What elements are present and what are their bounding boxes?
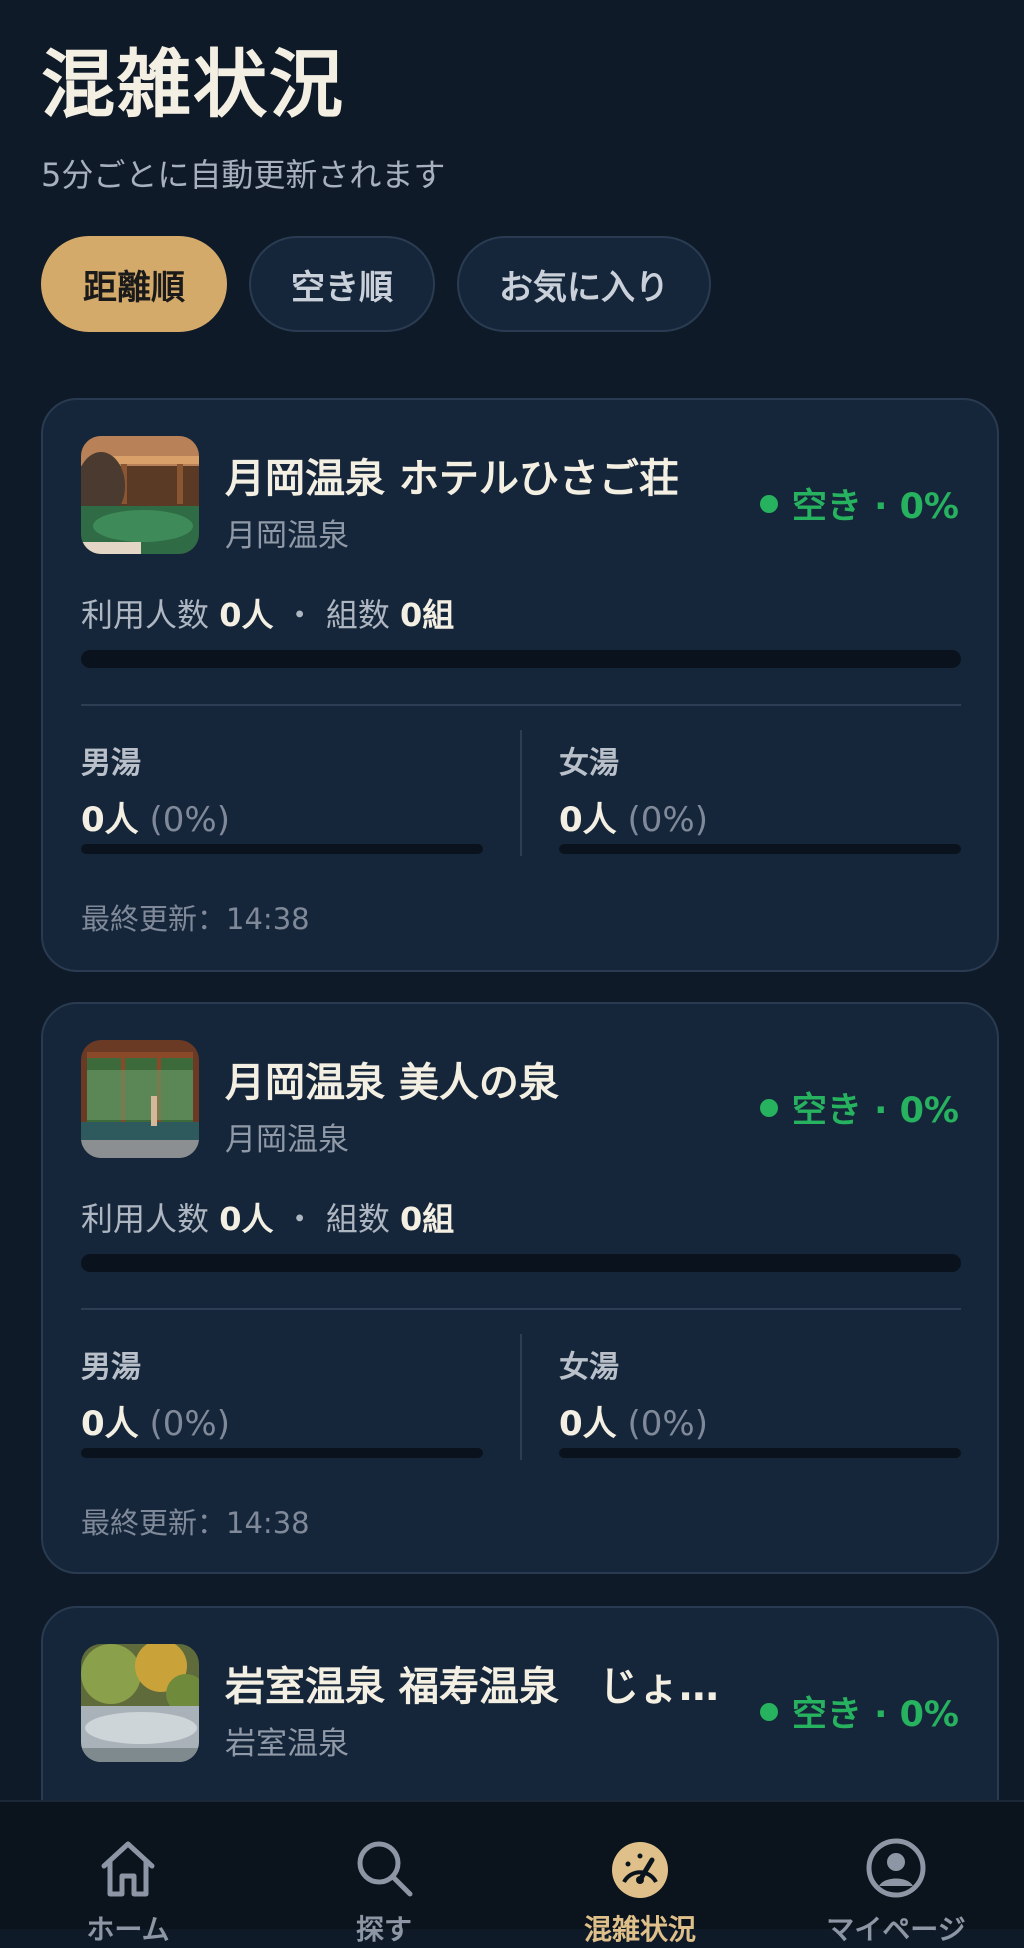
groups-value: 0組 <box>400 596 455 634</box>
female-bath-label: 女湯 <box>559 1350 619 1385</box>
page-subtitle: 5分ごとに自動更新されます <box>41 156 446 194</box>
female-percent-value: (0%) <box>627 800 708 840</box>
male-percent-value: (0%) <box>149 1404 230 1444</box>
garden-bath-photo-icon <box>81 1644 199 1762</box>
facility-thumbnail <box>81 436 199 554</box>
divider <box>81 704 961 706</box>
gauge-icon <box>612 1842 668 1898</box>
user-icon <box>866 1838 926 1898</box>
status-dot-icon <box>759 1702 778 1721</box>
groups-label: 組数 <box>325 1200 390 1238</box>
facility-card[interactable]: 月岡温泉 美人の泉 月岡温泉 空き · 0% 利用人数 0人 ・ 組数 0組 男… <box>41 1002 999 1574</box>
male-bath-bar <box>81 1448 483 1458</box>
indoor-bath-photo-icon <box>81 1040 199 1158</box>
tab-home-label: ホーム <box>86 1913 170 1946</box>
last-updated: 最終更新：14:38 <box>81 1500 310 1542</box>
male-bath-label: 男湯 <box>81 746 141 781</box>
tab-home[interactable]: ホーム <box>0 1802 256 1946</box>
female-bath-bar <box>559 844 961 854</box>
updated-time: 14:38 <box>226 1506 310 1540</box>
male-percent-value: (0%) <box>149 800 230 840</box>
male-count-value: 0人 <box>81 1404 139 1444</box>
male-bath-count: 0人 (0%) <box>81 1396 230 1445</box>
female-count-value: 0人 <box>559 1404 617 1444</box>
occupancy-bar <box>81 1254 961 1272</box>
facility-area: 月岡温泉 <box>225 518 349 554</box>
usage-separator: ・ <box>283 1200 316 1238</box>
usage-users-value: 0人 <box>219 596 274 634</box>
usage-summary: 利用人数 0人 ・ 組数 0組 <box>81 1194 454 1240</box>
occupancy-bar <box>81 650 961 668</box>
female-bath-count: 0人 (0%) <box>559 792 708 841</box>
updated-time: 14:38 <box>226 902 310 936</box>
status-text: 空き · 0% <box>791 1091 959 1131</box>
status-badge: 空き · 0% <box>759 1686 959 1737</box>
usage-separator: ・ <box>283 596 316 634</box>
tab-mypage-label: マイページ <box>826 1913 966 1946</box>
facility-area: 岩室温泉 <box>225 1726 349 1762</box>
male-bath-label: 男湯 <box>81 1350 141 1385</box>
filter-favorites-button[interactable]: お気に入り <box>457 236 711 332</box>
filter-chips: 距離順 空き順 お気に入り <box>41 236 711 332</box>
vertical-divider <box>520 1334 522 1460</box>
divider <box>81 1308 961 1310</box>
updated-label: 最終更新： <box>81 1506 227 1540</box>
page-title: 混雑状況 <box>41 42 345 128</box>
outdoor-bath-photo-icon <box>81 436 199 554</box>
tab-congestion-label: 混雑状況 <box>583 1913 696 1946</box>
groups-label: 組数 <box>325 596 390 634</box>
filter-distance-button[interactable]: 距離順 <box>41 236 227 332</box>
facility-thumbnail <box>81 1644 199 1762</box>
vertical-divider <box>520 730 522 856</box>
home-icon <box>101 1841 155 1897</box>
male-bath-bar <box>81 844 483 854</box>
search-icon <box>357 1841 413 1897</box>
tab-congestion[interactable]: 混雑状況 <box>512 1802 768 1946</box>
male-count-value: 0人 <box>81 800 139 840</box>
tab-mypage[interactable]: マイページ <box>768 1802 1024 1946</box>
usage-label: 利用人数 <box>81 596 210 634</box>
tab-search-label: 探す <box>355 1913 412 1946</box>
usage-summary: 利用人数 0人 ・ 組数 0組 <box>81 590 454 636</box>
filter-vacancy-button[interactable]: 空き順 <box>249 236 435 332</box>
status-badge: 空き · 0% <box>759 478 959 529</box>
female-percent-value: (0%) <box>627 1404 708 1444</box>
facility-area: 月岡温泉 <box>225 1122 349 1158</box>
facility-thumbnail <box>81 1040 199 1158</box>
female-bath-count: 0人 (0%) <box>559 1396 708 1445</box>
groups-value: 0組 <box>400 1200 455 1238</box>
female-bath-bar <box>559 1448 961 1458</box>
status-dot-icon <box>759 494 778 513</box>
male-bath-count: 0人 (0%) <box>81 792 230 841</box>
female-bath-label: 女湯 <box>559 746 619 781</box>
facility-name: 月岡温泉 美人の泉 <box>225 1060 559 1106</box>
bottom-tab-bar: ホーム 探す 混雑状況 マイページ <box>0 1800 1024 1946</box>
status-text: 空き · 0% <box>791 487 959 527</box>
female-count-value: 0人 <box>559 800 617 840</box>
last-updated: 最終更新：14:38 <box>81 896 310 938</box>
status-text: 空き · 0% <box>791 1695 959 1735</box>
status-dot-icon <box>759 1098 778 1117</box>
usage-label: 利用人数 <box>81 1200 210 1238</box>
usage-users-value: 0人 <box>219 1200 274 1238</box>
facility-name: 月岡温泉 ホテルひさご荘 <box>225 456 679 502</box>
status-badge: 空き · 0% <box>759 1082 959 1133</box>
tab-search[interactable]: 探す <box>256 1802 512 1946</box>
updated-label: 最終更新： <box>81 902 227 936</box>
facility-name: 岩室温泉 福寿温泉 じょ… <box>225 1664 719 1710</box>
facility-card[interactable]: 月岡温泉 ホテルひさご荘 月岡温泉 空き · 0% 利用人数 0人 ・ 組数 0… <box>41 398 999 972</box>
